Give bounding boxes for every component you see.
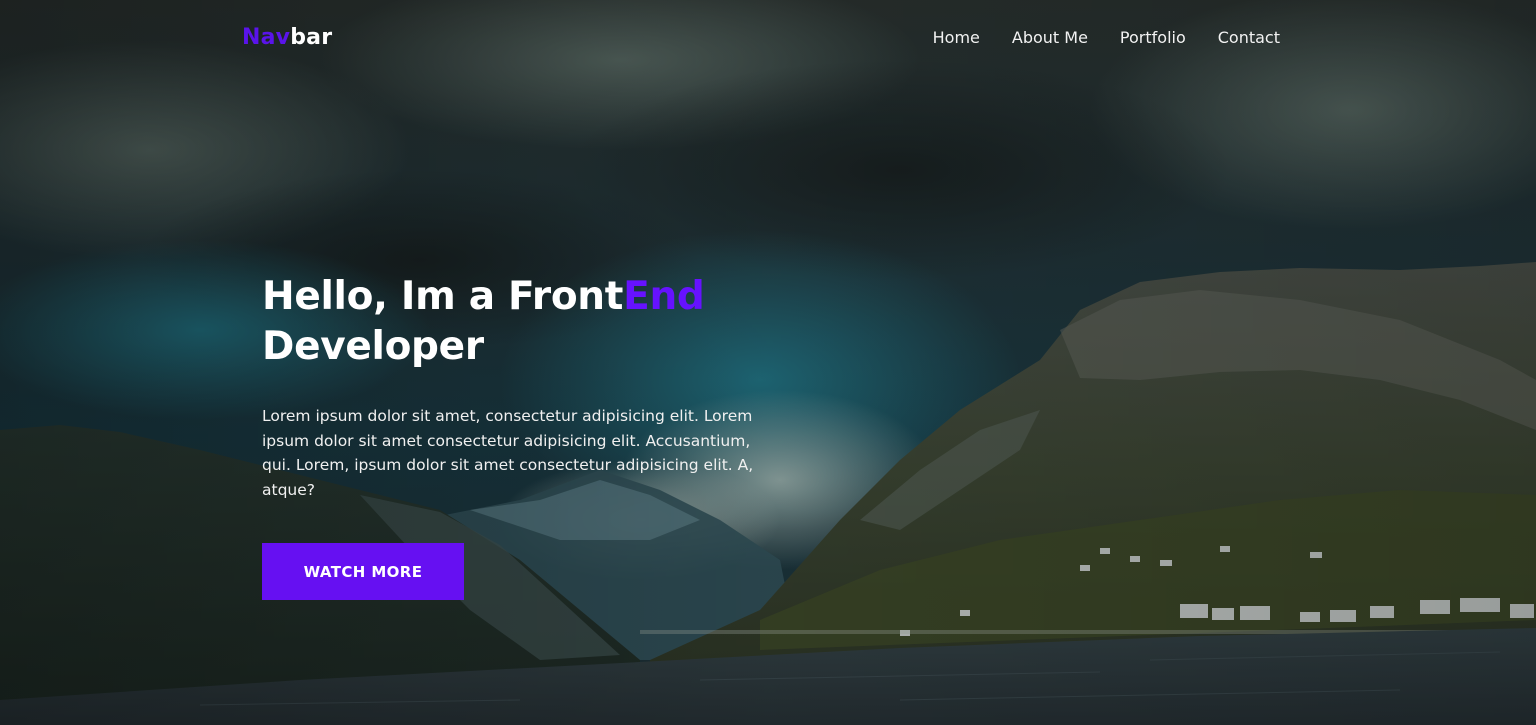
hero-title-accent: End <box>623 274 705 319</box>
nav-link-home[interactable]: Home <box>933 28 980 47</box>
hero-title-part1: Hello, Im a Front <box>262 274 624 319</box>
navbar-logo[interactable]: Navbar <box>242 24 332 52</box>
watch-more-button[interactable]: WATCH MORE <box>262 543 464 600</box>
navbar: Navbar Home About Me Portfolio Contact <box>0 0 1536 76</box>
nav-links: Home About Me Portfolio Contact <box>901 28 1280 48</box>
nav-link-contact[interactable]: Contact <box>1218 28 1280 47</box>
hero-section: Hello, Im a FrontEnd Developer Lorem ips… <box>262 272 802 502</box>
logo-rest-text: bar <box>290 25 333 50</box>
nav-link-about-me[interactable]: About Me <box>1012 28 1088 47</box>
hero-title-part2: Developer <box>262 324 484 369</box>
page: Navbar Home About Me Portfolio Contact H… <box>0 0 1536 725</box>
hero-title: Hello, Im a FrontEnd Developer <box>262 272 802 372</box>
logo-accent-text: Nav <box>242 25 291 50</box>
nav-link-portfolio[interactable]: Portfolio <box>1120 28 1186 47</box>
hero-description: Lorem ipsum dolor sit amet, consectetur … <box>262 407 754 499</box>
